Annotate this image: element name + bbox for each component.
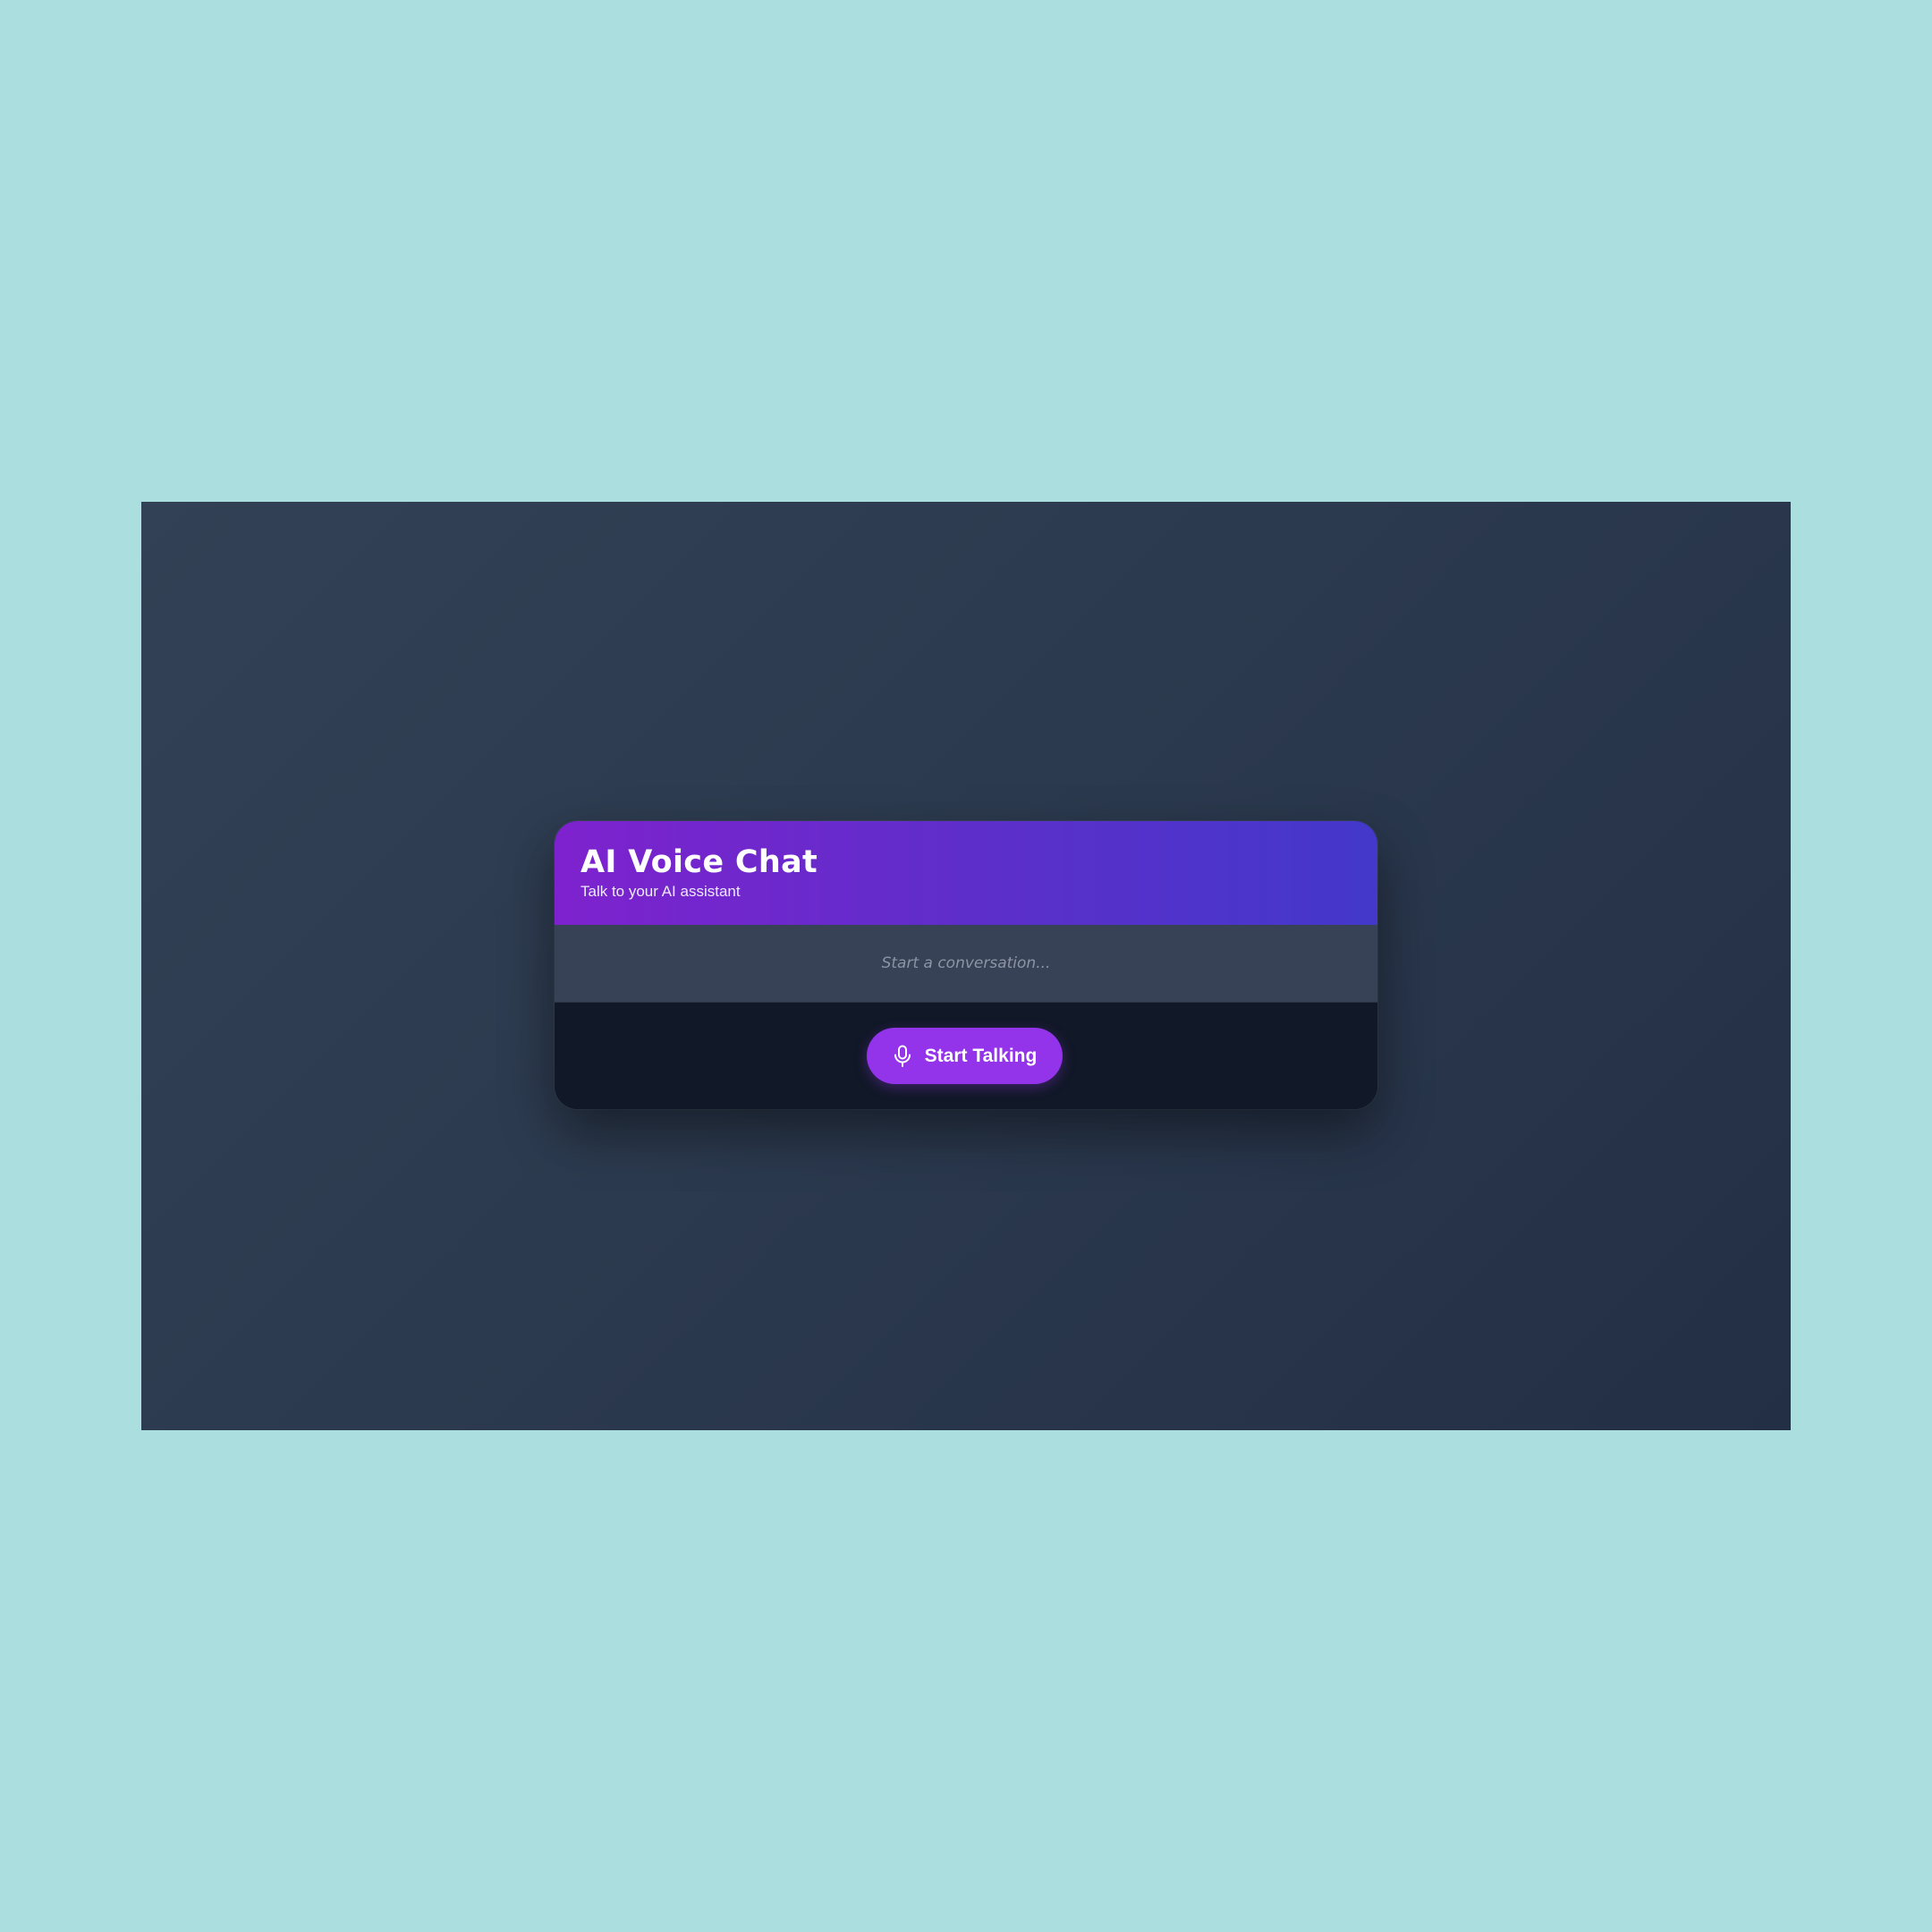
conversation-area: Start a conversation... xyxy=(555,925,1377,1003)
app-window: AI Voice Chat Talk to your AI assistant … xyxy=(141,502,1791,1430)
start-talking-button[interactable]: Start Talking xyxy=(867,1028,1063,1084)
card-header: AI Voice Chat Talk to your AI assistant xyxy=(555,821,1377,925)
app-subtitle: Talk to your AI assistant xyxy=(580,883,741,900)
start-talking-label: Start Talking xyxy=(924,1045,1038,1066)
voice-chat-card: AI Voice Chat Talk to your AI assistant … xyxy=(555,821,1377,1109)
app-title: AI Voice Chat xyxy=(580,844,818,880)
conversation-placeholder: Start a conversation... xyxy=(881,954,1051,972)
microphone-icon xyxy=(894,1045,911,1067)
controls-area: Start Talking xyxy=(555,1003,1377,1109)
